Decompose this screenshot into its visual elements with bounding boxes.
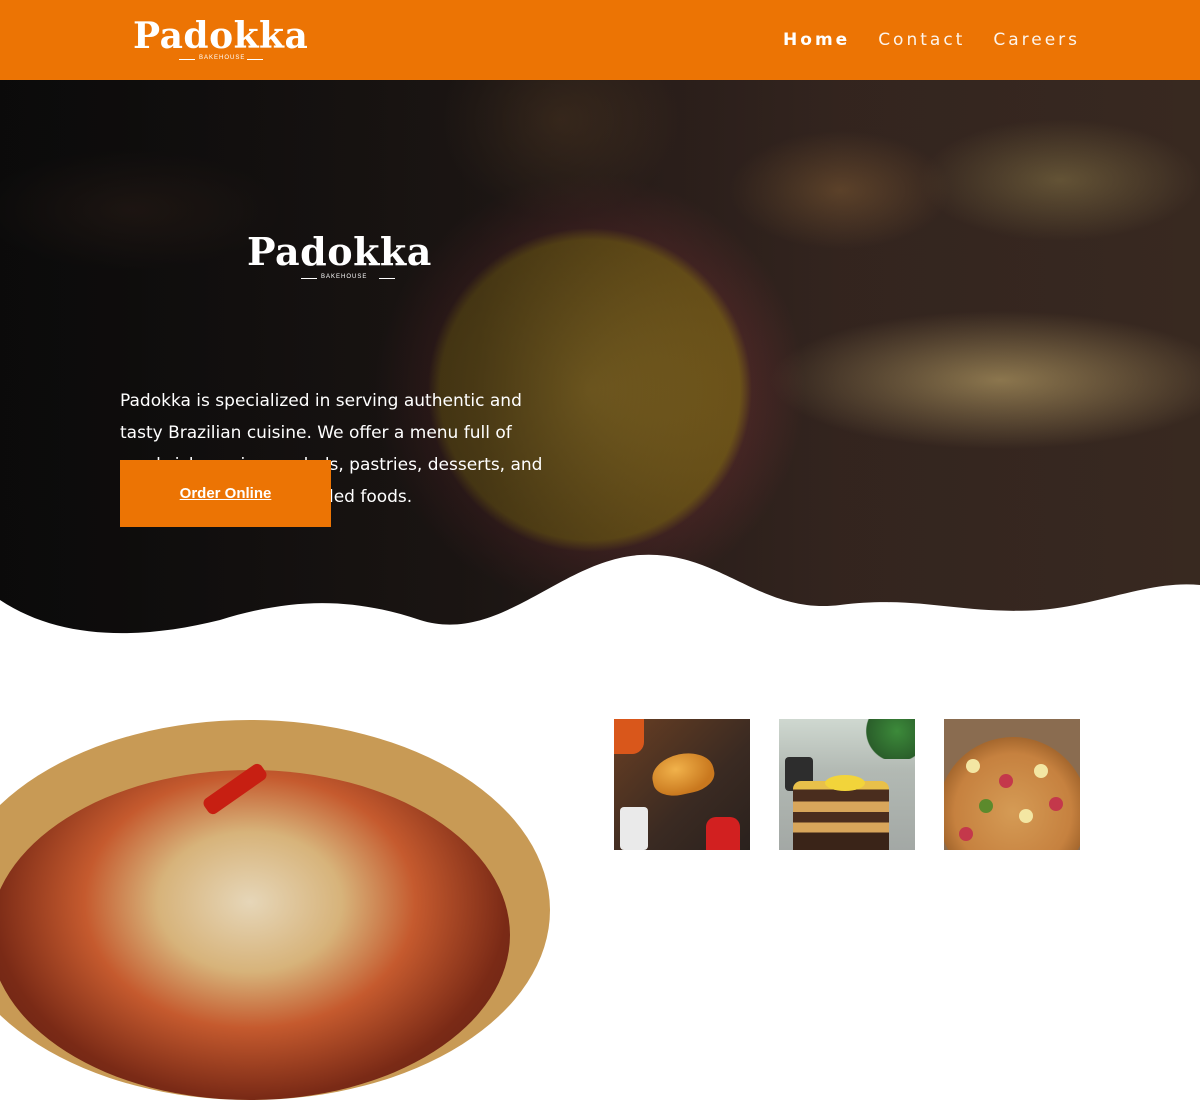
orange-tray: [614, 719, 644, 754]
hero-section: Padokka BAKEHOUSE Padokka is specialized…: [0, 80, 1200, 640]
gallery-image-pizza[interactable]: [944, 719, 1080, 850]
coffee-cup-shape: [620, 807, 648, 850]
cake-slice-shape: [793, 781, 889, 850]
pizza-surface: [0, 770, 510, 1100]
pepper-topping: [979, 799, 993, 813]
header-logo[interactable]: Padokka BAKEHOUSE: [133, 14, 313, 66]
hero-logo: Padokka BAKEHOUSE: [247, 230, 457, 290]
nav-careers[interactable]: Careers: [993, 28, 1080, 52]
ham-topping: [1049, 797, 1063, 811]
plant-shape: [855, 719, 915, 759]
gallery-image-pastry[interactable]: [614, 719, 750, 850]
food-gallery: [614, 719, 1080, 850]
hero-wave-divider: [0, 554, 1200, 640]
logo-divider-right: [247, 59, 263, 60]
pastry-shape: [648, 747, 718, 801]
nav-contact[interactable]: Contact: [878, 28, 965, 52]
egg-topping: [966, 759, 980, 773]
logo-divider-left: [179, 59, 195, 60]
ham-topping: [959, 827, 973, 841]
egg-topping: [1019, 809, 1033, 823]
egg-topping: [1034, 764, 1048, 778]
site-header: Padokka BAKEHOUSE Home Contact Careers: [0, 0, 1200, 80]
nav-home[interactable]: Home: [783, 28, 850, 52]
gallery-image-cake[interactable]: [779, 719, 915, 850]
hero-logo-divider-left: [301, 278, 317, 279]
hero-logo-wordmark: Padokka: [247, 229, 432, 274]
cake-topping-shape: [825, 775, 865, 791]
pizza-image: [0, 720, 550, 1100]
logo-bakehouse-text: BAKEHOUSE: [199, 55, 246, 61]
order-online-button[interactable]: Order Online: [120, 460, 331, 527]
main-nav: Home Contact Careers: [783, 28, 1080, 52]
hero-logo-bakehouse-text: BAKEHOUSE: [321, 274, 368, 280]
ketchup-bottle-shape: [706, 817, 740, 850]
logo-wordmark: Padokka: [133, 15, 309, 57]
ham-topping: [999, 774, 1013, 788]
hero-logo-divider-right: [379, 278, 395, 279]
